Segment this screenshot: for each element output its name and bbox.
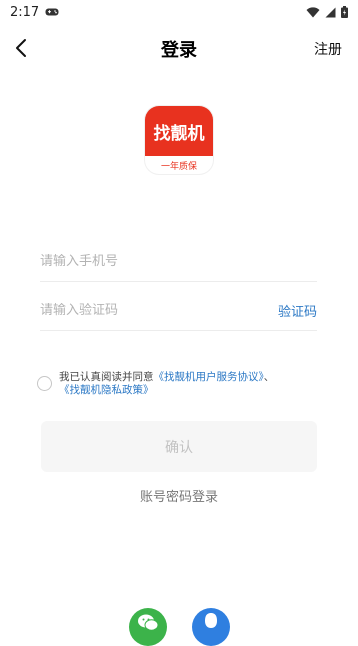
signal-icon <box>325 7 336 17</box>
wechat-icon <box>138 614 159 631</box>
status-right <box>306 6 348 18</box>
password-login-link[interactable]: 账号密码登录 <box>0 486 358 505</box>
verification-code-input[interactable] <box>40 302 270 318</box>
nav-bar: 登录 注册 <box>0 28 358 68</box>
logo-name: 找靓机 <box>145 106 213 156</box>
agreement: 我已认真阅读并同意《找靓机用户服务协议》、《找靓机隐私政策》 <box>37 370 322 397</box>
page-title: 登录 <box>161 40 197 61</box>
agreement-text: 我已认真阅读并同意《找靓机用户服务协议》、《找靓机隐私政策》 <box>59 371 274 397</box>
user-agreement-link[interactable]: 《找靓机用户服务协议》 <box>154 371 264 383</box>
status-time: 2:17 <box>10 4 40 20</box>
app-logo: 找靓机 一年质保 <box>145 106 213 174</box>
agreement-checkbox[interactable] <box>37 376 52 391</box>
get-code-button[interactable]: 验证码 <box>278 301 317 320</box>
code-field: 验证码 <box>40 290 317 331</box>
agreement-prefix: 我已认真阅读并同意 <box>59 371 154 383</box>
wifi-icon <box>306 6 320 17</box>
phone-field <box>40 241 317 282</box>
gamepad-icon <box>45 8 59 16</box>
logo-tagline: 一年质保 <box>160 161 197 172</box>
qq-icon <box>205 613 217 628</box>
qq-login-button[interactable] <box>192 608 230 646</box>
register-link[interactable]: 注册 <box>314 39 342 59</box>
agreement-separator: 、 <box>263 371 275 383</box>
status-left: 2:17 <box>10 5 59 20</box>
battery-icon <box>341 6 348 18</box>
wechat-login-button[interactable] <box>129 608 167 646</box>
privacy-policy-link[interactable]: 《找靓机隐私政策》 <box>59 384 154 396</box>
confirm-button[interactable]: 确认 <box>41 421 317 472</box>
status-bar: 2:17 <box>0 0 358 24</box>
phone-input[interactable] <box>40 253 317 269</box>
